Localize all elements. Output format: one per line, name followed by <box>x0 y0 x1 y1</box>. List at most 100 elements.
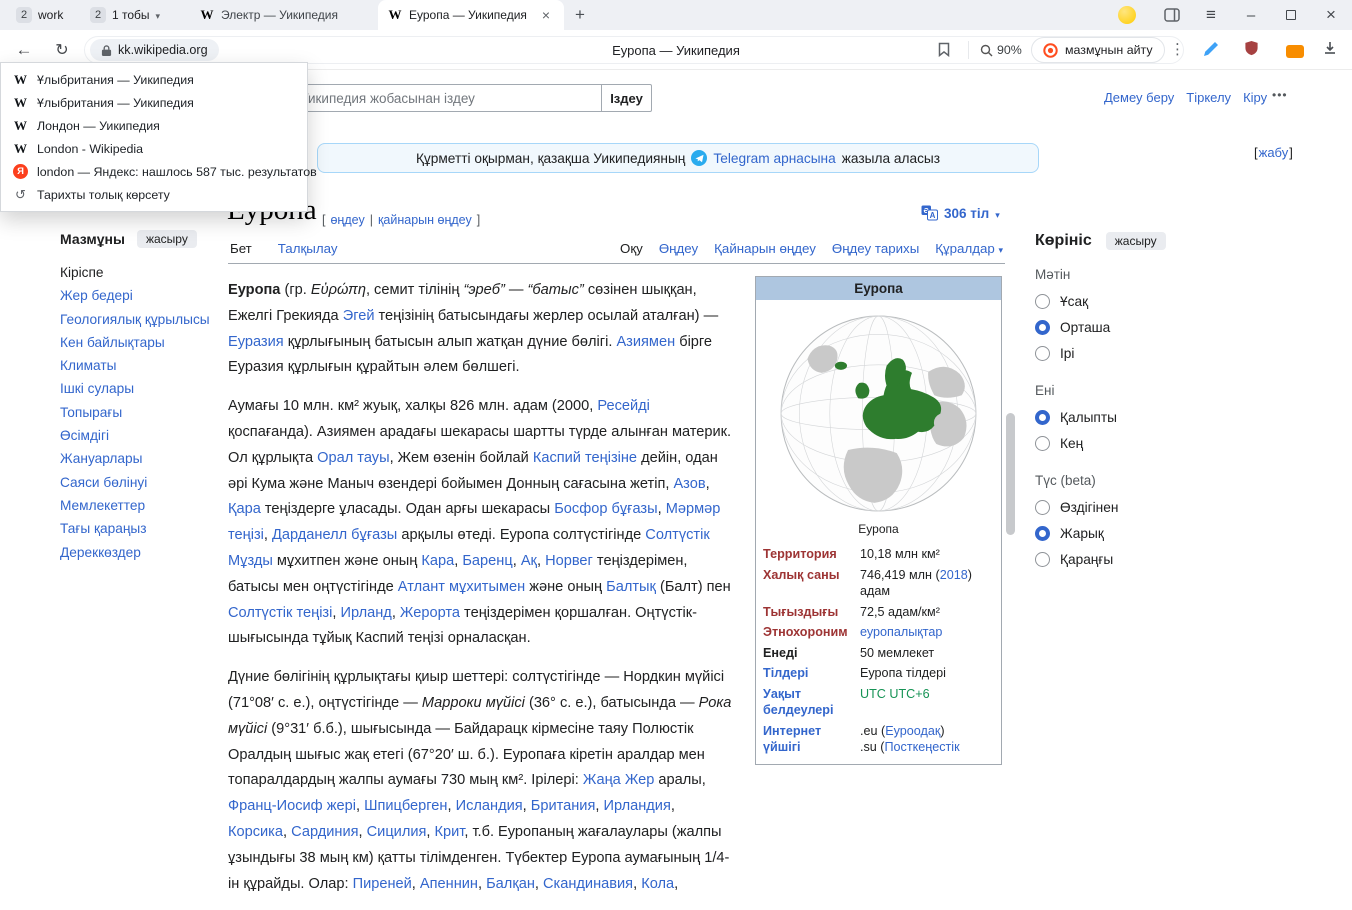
suggestion-item[interactable]: Ұлыбритания — Уикипедия <box>1 91 307 114</box>
radio-icon[interactable] <box>1035 500 1050 515</box>
suggestion-item[interactable]: Лондон — Уикипедия <box>1 114 307 137</box>
language-selector[interactable]: Ә A 306 тіл <box>921 205 1000 221</box>
radio-icon[interactable] <box>1035 526 1050 541</box>
europe-globe-map[interactable] <box>756 300 1001 522</box>
toc-item[interactable]: Дереккөздер <box>60 541 230 564</box>
edit-source-link[interactable]: қайнарын өңдеу <box>378 213 472 227</box>
radio-icon[interactable] <box>1035 552 1050 567</box>
inline-link[interactable]: Пиреней <box>353 876 412 892</box>
back-button[interactable] <box>12 38 36 62</box>
inline-link[interactable]: Ресейді <box>597 398 650 414</box>
user-link[interactable]: Кіру <box>1243 90 1267 105</box>
suggestion-item[interactable]: Тарихты толық көрсету <box>1 183 307 206</box>
new-tab-button[interactable] <box>568 3 592 27</box>
suggestion-item[interactable]: Ұлыбритания — Уикипедия <box>1 68 307 91</box>
inline-link[interactable]: Норвег <box>545 553 593 569</box>
toc-item[interactable]: Саяси бөлінуі <box>60 471 230 494</box>
edit-link[interactable]: өңдеу <box>330 213 364 227</box>
inline-link[interactable]: Азиямен <box>616 334 675 350</box>
adblock-shield-icon[interactable] <box>1244 40 1259 62</box>
toc-item[interactable]: Ішкі сулары <box>60 377 230 400</box>
tab-talk[interactable]: Талқылау <box>278 241 338 256</box>
downloads-icon[interactable] <box>1322 40 1338 61</box>
edit-pencil-extension-icon[interactable] <box>1202 40 1220 63</box>
zoom-indicator[interactable]: 90% <box>980 43 1022 57</box>
inline-link[interactable]: Атлант мұхитымен <box>398 579 525 595</box>
toc-item[interactable]: Кен байлықтары <box>60 331 230 354</box>
inline-link[interactable]: Сицилия <box>367 824 427 840</box>
window-close-button[interactable] <box>1316 0 1346 30</box>
tab-close-icon[interactable] <box>538 7 554 23</box>
tab-edit[interactable]: Өңдеу <box>659 241 698 256</box>
wiki-search-input[interactable] <box>265 84 602 112</box>
radio-option[interactable]: Қараңғы <box>1035 546 1210 572</box>
bookmark-icon[interactable] <box>938 42 950 62</box>
tab-history[interactable]: Өңдеу тарихы <box>832 241 919 256</box>
tab-edit-source[interactable]: Қайнарын өңдеу <box>714 241 816 256</box>
toc-item[interactable]: Мемлекеттер <box>60 494 230 517</box>
radio-option[interactable]: Жарық <box>1035 520 1210 546</box>
inline-link[interactable]: Еуроодақ <box>885 724 940 738</box>
more-options-icon[interactable] <box>1170 40 1185 59</box>
inline-link[interactable]: UTC <box>860 687 886 701</box>
inline-link[interactable]: Шпицберген <box>364 798 447 814</box>
toc-item[interactable]: Өсімдігі <box>60 424 230 447</box>
appearance-hide-button[interactable]: жасыру <box>1106 232 1166 250</box>
inline-link[interactable]: Қара <box>228 501 261 517</box>
toc-item[interactable]: Климаты <box>60 354 230 377</box>
inline-link[interactable]: Эгей <box>343 308 375 324</box>
browser-tab-electr[interactable]: Электр — Уикипедия <box>190 0 376 30</box>
inline-link[interactable]: Босфор бұғазы <box>554 501 657 517</box>
radio-option[interactable]: Кең <box>1035 430 1210 456</box>
inline-link[interactable]: Кола <box>641 876 674 892</box>
inline-link[interactable]: Ирланд <box>340 605 391 621</box>
inline-link[interactable]: Орал тауы <box>317 450 389 466</box>
toc-item[interactable]: Топырағы <box>60 401 230 424</box>
radio-option[interactable]: Ұсақ <box>1035 288 1210 314</box>
inline-link[interactable]: UTC+6 <box>889 687 929 701</box>
tab-tools[interactable]: Құралдар <box>935 241 1003 256</box>
inline-link[interactable]: Дарданелл бұғазы <box>272 527 397 543</box>
tab-group-work[interactable]: 2 work <box>8 4 71 26</box>
inline-link[interactable]: Франц-Иосиф жері <box>228 798 356 814</box>
radio-option[interactable]: Орташа <box>1035 314 1210 340</box>
banner-telegram-link[interactable]: Telegram арнасына <box>713 151 835 166</box>
suggestion-item[interactable]: London - Wikipedia <box>1 137 307 160</box>
inline-link[interactable]: Солтүстік теңізі <box>228 605 332 621</box>
inline-link[interactable]: Жерорта <box>400 605 460 621</box>
radio-icon[interactable] <box>1035 410 1050 425</box>
user-link[interactable]: Тіркелу <box>1186 90 1231 105</box>
inline-link[interactable]: Крит <box>435 824 465 840</box>
inline-link[interactable]: Жаңа Жер <box>583 772 655 788</box>
inline-link[interactable]: Исландия <box>456 798 523 814</box>
extension-icon[interactable] <box>1286 45 1304 58</box>
inline-link[interactable]: Скандинавия <box>543 876 633 892</box>
radio-icon[interactable] <box>1035 436 1050 451</box>
window-minimize-button[interactable] <box>1236 0 1266 30</box>
tab-page[interactable]: Бет <box>230 241 252 256</box>
radio-option[interactable]: Ірі <box>1035 340 1210 366</box>
suggestion-item[interactable]: london — Яндекс: нашлось 587 тыс. резуль… <box>1 160 307 183</box>
tab-group-1toby[interactable]: 2 1 тобы <box>82 4 168 26</box>
inline-link[interactable]: Ирландия <box>603 798 670 814</box>
read-aloud-button[interactable]: мазмұнын айту <box>1031 37 1165 63</box>
inline-link[interactable]: Посткеңестік <box>885 740 960 754</box>
browser-menu-icon[interactable] <box>1196 0 1226 30</box>
radio-icon[interactable] <box>1035 294 1050 309</box>
toc-item[interactable]: Жануарлары <box>60 447 230 470</box>
inline-link[interactable]: Кара <box>421 553 454 569</box>
reload-button[interactable] <box>50 38 74 62</box>
toc-item[interactable]: Тағы қараңыз <box>60 517 230 540</box>
toc-item[interactable]: Геологиялық құрылысы <box>60 308 230 331</box>
banner-close-link[interactable]: жабу <box>1259 145 1289 160</box>
inline-link[interactable]: Еуразия <box>228 334 284 350</box>
toc-hide-button[interactable]: жасыру <box>137 230 197 248</box>
user-menu-ellipsis[interactable]: ••• <box>1272 88 1288 102</box>
sidebar-panel-icon[interactable] <box>1164 8 1180 27</box>
inline-link[interactable]: Апеннин <box>420 876 478 892</box>
user-link[interactable]: Демеу беру <box>1104 90 1174 105</box>
browser-tab-europa-active[interactable]: Еуропа — Уикипедия <box>378 0 564 30</box>
yandex-plus-icon[interactable] <box>1118 6 1136 24</box>
tab-read[interactable]: Оқу <box>620 241 643 256</box>
inline-link[interactable]: Британия <box>531 798 596 814</box>
